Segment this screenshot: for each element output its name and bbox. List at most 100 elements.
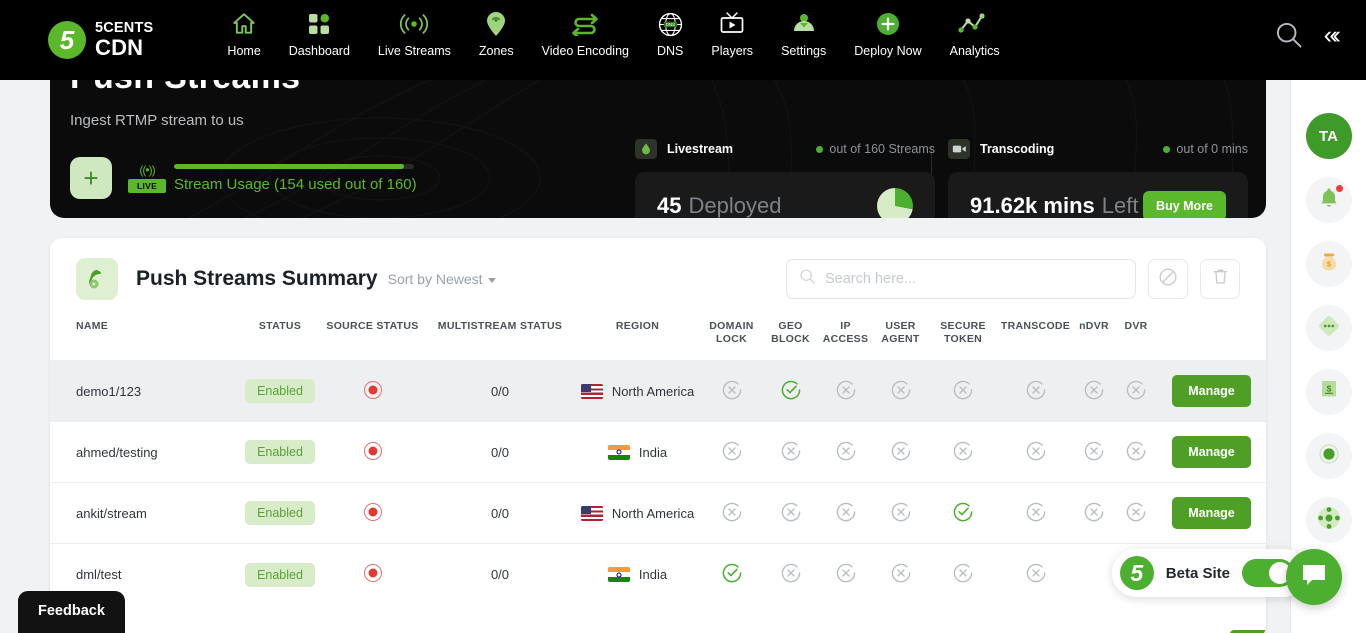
user-agent-disabled-icon[interactable] xyxy=(890,502,912,526)
ndvr-disabled-icon[interactable] xyxy=(1083,380,1105,404)
recording-dot-icon xyxy=(363,441,382,460)
ip-access-disabled-icon[interactable] xyxy=(835,563,857,587)
domain-lock-enabled-icon[interactable] xyxy=(721,563,743,587)
cell-user-agent xyxy=(873,360,928,422)
buy-more-button[interactable]: Buy More xyxy=(1143,191,1226,218)
nav-label-players: DNS xyxy=(656,44,684,58)
live-tag-label: LIVE xyxy=(128,178,166,193)
user-agent-disabled-icon[interactable] xyxy=(890,441,912,465)
ip-access-disabled-icon[interactable] xyxy=(835,441,857,465)
domain-lock-disabled-icon[interactable] xyxy=(721,502,743,526)
nav-item-deploy-now[interactable]: Deploy Now xyxy=(840,9,935,58)
transcode-disabled-icon[interactable] xyxy=(1025,441,1047,465)
transcode-disabled-icon[interactable] xyxy=(1025,563,1047,587)
col-secure-token: SECURE TOKEN xyxy=(940,320,986,346)
disable-selected-button[interactable] xyxy=(1148,259,1188,299)
table-row[interactable]: ankit/stream Enabled 0/0 North America Manag… xyxy=(50,482,1266,544)
avatar[interactable]: TA xyxy=(1305,113,1352,159)
secure-token-disabled-icon[interactable] xyxy=(952,563,974,587)
nav-item-analytics[interactable]: Analytics xyxy=(936,9,1014,58)
ndvr-disabled-icon[interactable] xyxy=(1083,502,1105,526)
nav-item-dashboard[interactable]: Dashboard xyxy=(275,9,364,58)
plus-circle-icon xyxy=(875,9,901,39)
table-row[interactable]: ahmed/testing Enabled 0/0 India Manage xyxy=(50,421,1266,483)
nav-item-live-streams[interactable]: Live Streams xyxy=(364,9,465,58)
ip-access-disabled-icon[interactable] xyxy=(835,502,857,526)
recording-dot-icon xyxy=(363,564,382,582)
cell-geo-block xyxy=(763,544,818,605)
cell-secure-token xyxy=(928,544,998,605)
search-input[interactable] xyxy=(825,271,1123,287)
sort-label: Sort by Newest xyxy=(387,271,483,287)
col-transcode: TRANSCODE xyxy=(1000,320,1071,332)
trash-icon xyxy=(1211,267,1230,292)
cell-actions: Manage xyxy=(1157,360,1266,422)
secure-token-disabled-icon[interactable] xyxy=(952,380,974,404)
cell-source-status xyxy=(320,360,425,422)
search-icon xyxy=(799,268,816,290)
domain-lock-disabled-icon[interactable] xyxy=(721,441,743,465)
nav-item-zones[interactable]: Zones xyxy=(465,9,528,58)
cell-secure-token xyxy=(928,483,998,544)
manage-button[interactable]: Manage xyxy=(1172,497,1251,530)
dvr-disabled-icon[interactable] xyxy=(1125,502,1147,526)
more-options-button[interactable] xyxy=(1305,305,1352,351)
dvr-disabled-icon[interactable] xyxy=(1125,441,1147,465)
status-badge: Enabled xyxy=(245,501,315,526)
nav-item-settings[interactable]: Settings xyxy=(767,9,840,58)
flag-india-icon xyxy=(607,567,630,582)
ndvr-disabled-icon[interactable] xyxy=(1083,441,1105,465)
geo-block-disabled-icon[interactable] xyxy=(780,441,802,465)
user-agent-disabled-icon[interactable] xyxy=(890,380,912,404)
search-icon[interactable] xyxy=(1274,20,1304,50)
chat-support-button[interactable] xyxy=(1286,549,1342,605)
nav-item-dns[interactable]: DNS DNS xyxy=(643,9,697,58)
no-entry-icon xyxy=(1158,267,1178,292)
geo-block-disabled-icon[interactable] xyxy=(780,563,802,587)
ip-access-disabled-icon[interactable] xyxy=(835,380,857,404)
more-diamond-icon xyxy=(1316,313,1342,344)
status-dot-icon xyxy=(816,145,824,153)
geo-block-disabled-icon[interactable] xyxy=(780,502,802,526)
transcode-disabled-icon[interactable] xyxy=(1025,502,1047,526)
sort-dropdown[interactable]: Sort by Newest xyxy=(388,271,496,287)
push-stream-icon xyxy=(76,258,118,300)
pie-chart-icon xyxy=(877,188,913,218)
domain-lock-disabled-icon[interactable] xyxy=(721,380,743,404)
notifications-button[interactable] xyxy=(1305,177,1352,223)
nav-label-video-encoding: Zones xyxy=(478,44,514,58)
delete-selected-button[interactable] xyxy=(1200,259,1240,299)
manage-button[interactable]: Manage xyxy=(1172,436,1251,469)
nav-item-home[interactable]: Home xyxy=(213,9,274,58)
streams-table-head: NAME STATUS SOURCE STATUS MULTISTREAM ST… xyxy=(50,312,1266,361)
flag-us-icon xyxy=(580,383,603,399)
nav-item-video-encoding[interactable]: Video Encoding xyxy=(528,9,643,58)
status-button[interactable] xyxy=(1305,433,1352,479)
secure-token-enabled-icon[interactable] xyxy=(952,502,974,526)
nav-label-analytics-last: Analytics xyxy=(949,44,1000,58)
stat-meta-transcoding: out of 0 mins xyxy=(1163,142,1248,156)
cell-multistream: 0/0 xyxy=(425,360,575,422)
cell-ndvr xyxy=(1073,544,1115,605)
add-stream-button[interactable]: + xyxy=(70,157,112,199)
dvr-disabled-icon[interactable] xyxy=(1125,380,1147,404)
cell-region: India xyxy=(575,422,700,483)
double-chevron-left-icon[interactable]: «‹ xyxy=(1324,22,1341,48)
manage-button[interactable]: Manage xyxy=(1172,375,1251,408)
billing-button[interactable]: $ xyxy=(1305,241,1352,287)
transcode-disabled-icon[interactable] xyxy=(1025,380,1047,404)
table-row[interactable]: demo1/123 Enabled 0/0 North America Manage xyxy=(50,360,1266,422)
brand-mark-icon: 5 xyxy=(48,21,86,59)
search-box[interactable] xyxy=(786,259,1136,299)
feedback-button[interactable]: Feedback xyxy=(18,591,125,633)
col-ndvr: nDVR xyxy=(1079,320,1109,332)
support-hub-button[interactable] xyxy=(1305,497,1352,543)
nav-item-players[interactable]: Players xyxy=(697,9,767,58)
table-row[interactable]: dml/test Enabled 0/0 India xyxy=(50,543,1266,605)
secure-token-disabled-icon[interactable] xyxy=(952,441,974,465)
brand-logo-group[interactable]: 5 5CENTS CDN xyxy=(48,21,153,59)
invoices-button[interactable]: $ xyxy=(1305,369,1352,415)
user-agent-disabled-icon[interactable] xyxy=(890,563,912,587)
right-rail: TA $ $ xyxy=(1290,80,1366,633)
geo-block-enabled-icon[interactable] xyxy=(780,380,802,404)
